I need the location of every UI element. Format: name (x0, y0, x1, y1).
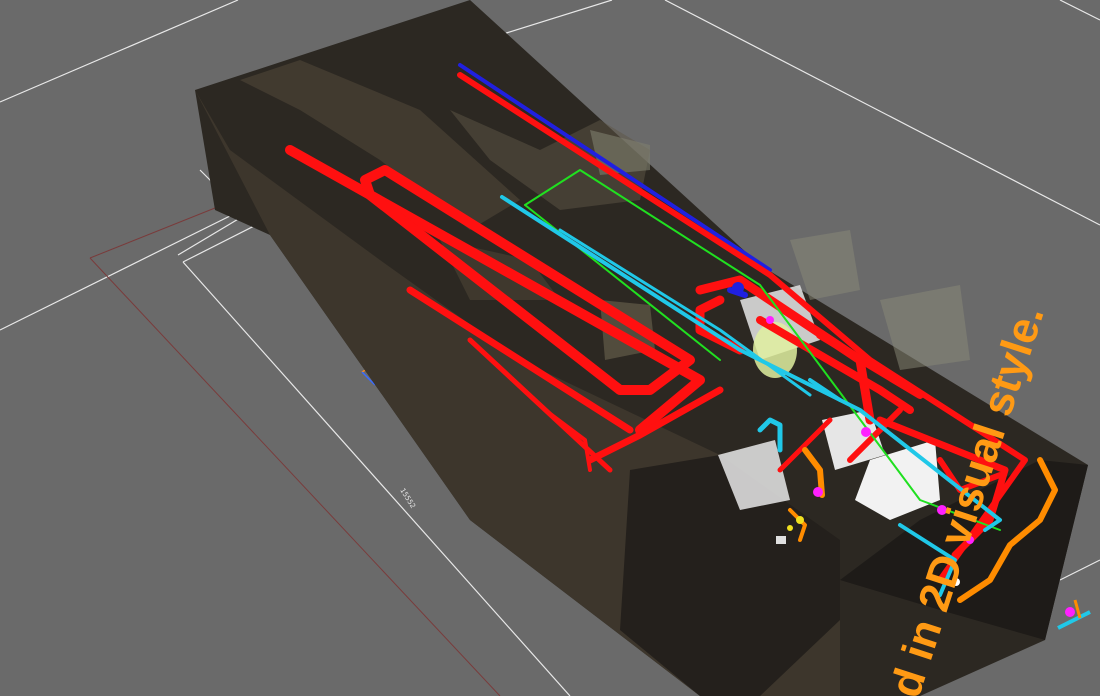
fitting (796, 516, 804, 524)
fitting (1065, 607, 1075, 617)
valve (766, 316, 774, 324)
fitting (732, 282, 744, 294)
valve (861, 427, 871, 437)
scene-canvas[interactable]: 15552 d in 2D visual style. (0, 0, 1100, 696)
fitting (787, 525, 793, 531)
3d-viewport[interactable]: 15552 d in 2D visual style. (0, 0, 1100, 696)
fitting (1073, 599, 1082, 619)
valve (813, 487, 823, 497)
fitting (776, 536, 786, 544)
